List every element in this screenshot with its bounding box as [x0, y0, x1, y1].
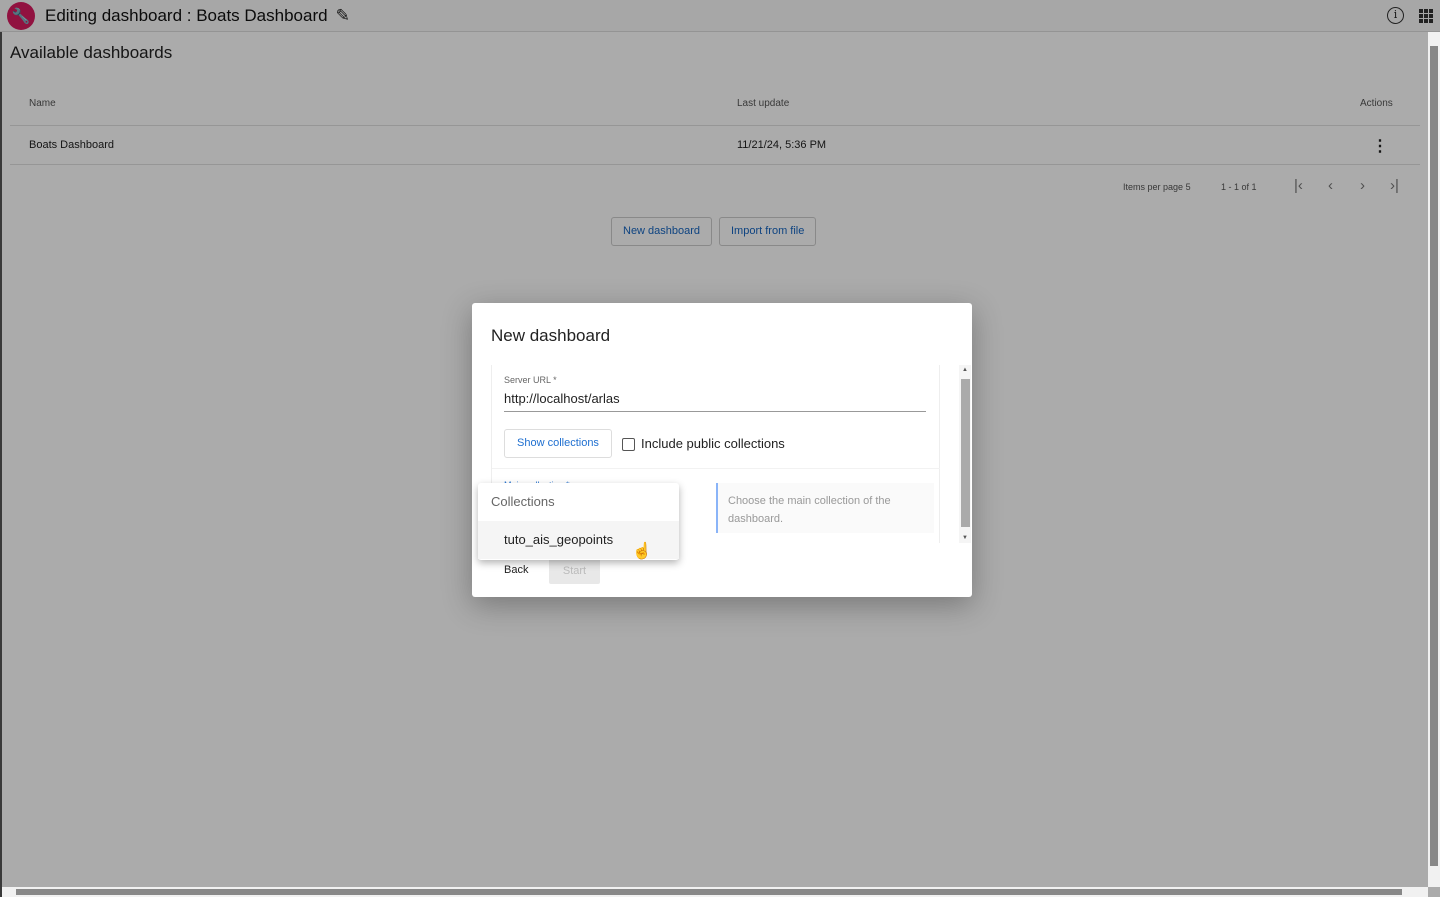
hand-cursor-icon: ☝ — [632, 543, 652, 560]
vertical-scrollbar[interactable] — [1428, 32, 1440, 887]
server-url-label: Server URL * — [504, 375, 557, 385]
horizontal-scrollbar[interactable] — [2, 887, 1428, 897]
show-collections-button[interactable]: Show collections — [504, 429, 612, 458]
dialog-title: New dashboard — [491, 326, 611, 345]
dialog-scrollbar[interactable]: ▲ ▼ — [959, 365, 971, 543]
include-public-label[interactable]: Include public collections — [641, 436, 785, 451]
divider — [492, 468, 940, 469]
include-public-checkbox[interactable] — [622, 438, 635, 451]
start-button[interactable]: Start — [549, 558, 600, 584]
back-button[interactable]: Back — [504, 564, 528, 576]
help-text: Choose the main collection of the dashbo… — [716, 483, 934, 533]
server-url-input[interactable]: http://localhost/arlas — [504, 391, 926, 412]
dropdown-group-header: Collections — [491, 494, 555, 509]
